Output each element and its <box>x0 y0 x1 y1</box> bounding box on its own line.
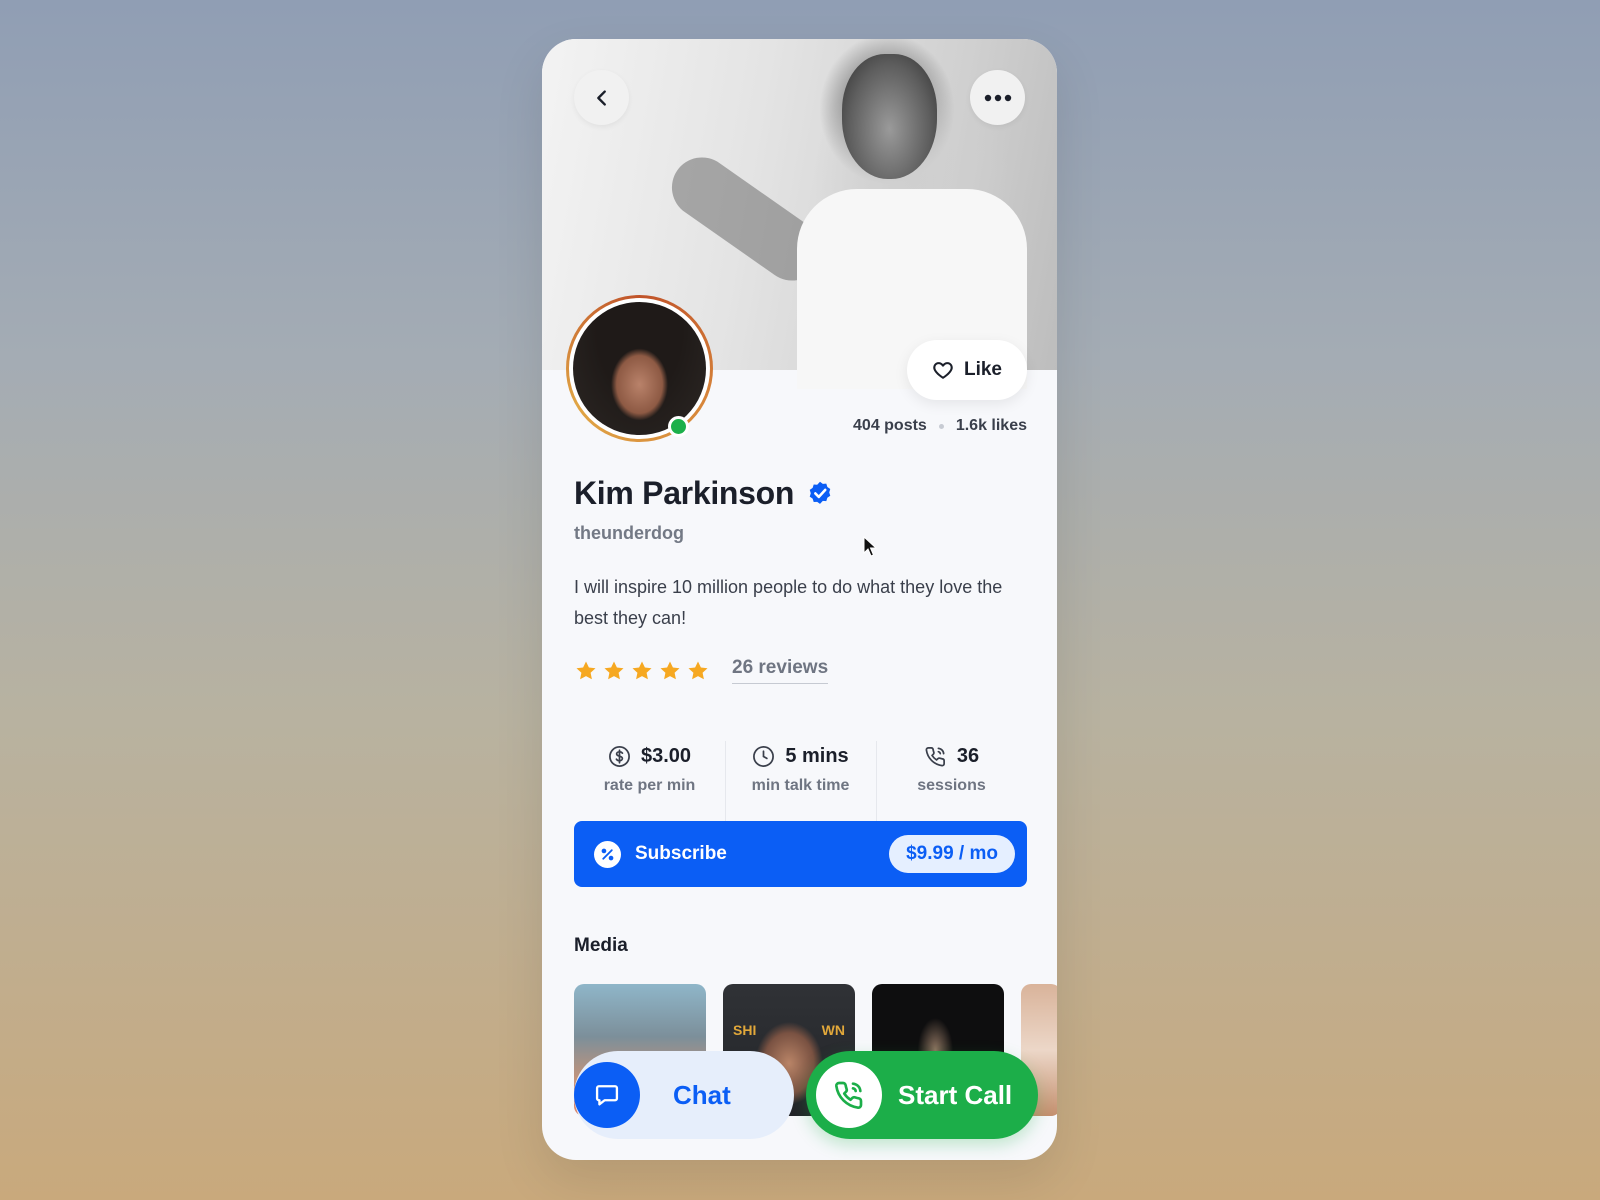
metric-talk-time: 5 mins min talk time <box>725 741 876 821</box>
chat-button[interactable]: Chat <box>574 1051 794 1139</box>
like-button[interactable]: Like <box>907 340 1027 400</box>
metric-rate-label: rate per min <box>603 777 696 794</box>
thumbnail-sign: SHI WN <box>733 1022 845 1038</box>
cover-head-shape <box>842 54 937 179</box>
chat-icon <box>574 1062 640 1128</box>
percent-icon <box>594 840 621 868</box>
like-label: Like <box>963 359 1003 380</box>
avatar[interactable] <box>566 295 713 442</box>
profile-handle: theunderdog <box>574 523 684 543</box>
metric-rate: $3.00 rate per min <box>574 741 725 821</box>
star-icon <box>688 661 708 679</box>
star-icon <box>660 661 680 679</box>
metric-sessions-label: sessions <box>917 777 986 794</box>
clock-icon <box>753 745 775 767</box>
star-icon <box>576 661 596 679</box>
thumbnail-sign-right: WN <box>821 1022 845 1038</box>
metric-sessions: 36 sessions <box>876 741 1027 821</box>
stats-separator <box>938 423 944 429</box>
online-status-dot <box>668 416 689 437</box>
phone-call-icon <box>816 1062 882 1128</box>
avatar-border <box>569 298 710 439</box>
phone-call-icon <box>925 746 945 766</box>
thumbnail-sign-left: SHI <box>733 1022 757 1038</box>
start-call-label: Start Call <box>898 1079 1013 1110</box>
metric-sessions-value: 36 <box>956 744 980 767</box>
subscribe-button[interactable]: Subscribe $9.99 / mo <box>574 821 1027 887</box>
back-button[interactable] <box>574 70 629 125</box>
reviews-link[interactable]: 26 reviews <box>732 657 829 684</box>
metrics-row: $3.00 rate per min 5 mins min talk time … <box>574 741 1027 821</box>
profile-name: Kim Parkinson <box>574 475 795 511</box>
name-row: Kim Parkinson <box>574 475 834 512</box>
start-call-button[interactable]: Start Call <box>806 1051 1038 1139</box>
likes-count: 1.6k likes <box>955 417 1027 434</box>
subscribe-price: $9.99 / mo <box>889 835 1015 873</box>
more-options-button[interactable] <box>970 70 1025 125</box>
media-section-title: Media <box>574 935 628 956</box>
chat-label: Chat <box>673 1079 731 1110</box>
profile-bio: I will inspire 10 million people to do w… <box>574 577 1003 628</box>
metric-talk-time-label: min talk time <box>751 777 850 794</box>
metric-talk-time-value: 5 mins <box>785 744 849 767</box>
chevron-left-icon <box>596 89 606 106</box>
dollar-circle-icon <box>609 745 630 767</box>
verified-badge-icon <box>809 481 831 504</box>
metric-rate-value: $3.00 <box>640 744 692 767</box>
profile-stats: 404 posts 1.6k likes <box>842 417 1027 435</box>
posts-count: 404 posts <box>853 417 927 434</box>
more-horizontal-icon <box>984 94 1011 101</box>
star-icon <box>604 661 624 679</box>
mouse-cursor-icon <box>863 536 877 557</box>
star-icon <box>632 661 652 679</box>
profile-screen: Like 404 posts 1.6k likes Kim Parkinson … <box>542 39 1057 1160</box>
rating-row: 26 reviews <box>574 657 829 684</box>
subscribe-label: Subscribe <box>635 843 727 864</box>
heart-icon <box>933 362 953 379</box>
avatar-photo <box>573 302 706 435</box>
